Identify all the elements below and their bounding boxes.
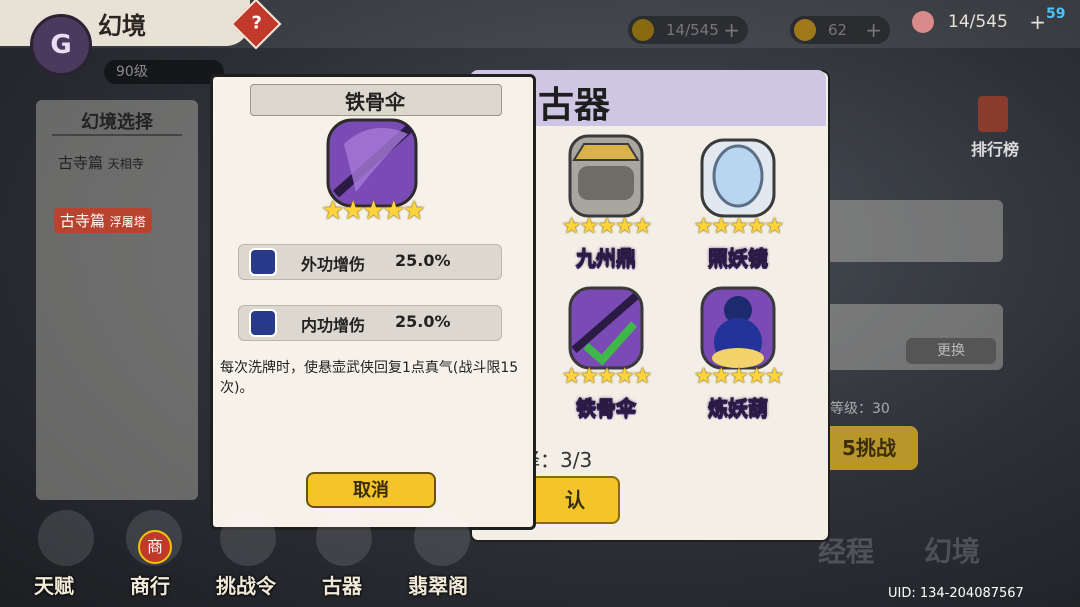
stamina-value: 14/545: [948, 12, 1008, 32]
relic-name: 炼妖葫: [708, 396, 769, 421]
cancel-button[interactable]: 取消: [306, 472, 436, 508]
umbrella-icon: [568, 286, 644, 370]
challenge-token-icon[interactable]: [220, 510, 276, 566]
confirm-button[interactable]: 认: [530, 476, 620, 524]
challenge-button[interactable]: 5挑战: [820, 426, 918, 470]
dialog-star-rating: ★★★★★: [321, 196, 426, 226]
relic-name: 照妖镜: [708, 246, 769, 271]
relic-description: 每次洗牌时，使悬壶武侠回复1点真气(战斗限15次)。: [220, 360, 519, 396]
nav-shop[interactable]: 商行: [130, 570, 170, 599]
stat-value: 25.0%: [395, 312, 451, 331]
page-title: 幻境: [98, 12, 146, 40]
nav-jade-pavilion[interactable]: 翡翠阁: [408, 570, 468, 599]
stat-value: 25.0%: [395, 251, 451, 270]
palm-icon: [249, 309, 277, 337]
nav-challenge-token[interactable]: 挑战令: [216, 570, 276, 599]
jade-pavilion-icon[interactable]: [414, 510, 470, 566]
realm-item-1[interactable]: 古寺篇 天相寺: [58, 152, 144, 173]
scroll-icon: [978, 96, 1008, 132]
realm-item-2[interactable]: 古寺篇 浮屠塔: [54, 208, 152, 233]
realm-item-sub: 浮屠塔: [109, 215, 146, 229]
add-resource-icon[interactable]: +: [723, 16, 740, 44]
relic-item-tieguson[interactable]: ★★★★★ 铁骨伞: [546, 280, 666, 430]
star-rating: ★★★★★: [693, 214, 785, 239]
realm-item-sub: 天相寺: [107, 157, 144, 171]
star-rating: ★★★★★: [693, 364, 785, 389]
realm-item-main: 古寺篇: [60, 212, 106, 230]
relic-icon[interactable]: [316, 510, 372, 566]
gold-icon: [794, 19, 816, 41]
nav-talent[interactable]: 天赋: [34, 570, 74, 599]
recommended-level: 等级：30: [830, 401, 890, 417]
deco-text-right: 幻境: [924, 535, 981, 568]
stat-row-internal: 内功增伤 25.0%: [238, 305, 502, 341]
relic-item-zhaoyaojing[interactable]: ★★★★★ 照妖镜: [678, 130, 798, 280]
gourd-icon: [700, 286, 776, 370]
resource-counter-1: 14/545 +: [628, 16, 748, 44]
coin-icon: [632, 19, 654, 41]
top-badge: 59: [1046, 6, 1066, 22]
bowl-icon: [912, 11, 934, 33]
talent-icon[interactable]: [38, 510, 94, 566]
rank-button[interactable]: 排行榜: [960, 136, 1030, 160]
relic-name: 九州鼎: [576, 246, 637, 271]
divider: [52, 134, 182, 136]
cauldron-icon: [568, 134, 644, 218]
relic-item-lianyaohu[interactable]: ★★★★★ 炼妖葫: [678, 280, 798, 430]
shop-badge: 商: [138, 530, 172, 564]
resource-value: 14/545: [666, 21, 719, 39]
add-stamina-icon[interactable]: +: [1029, 8, 1046, 36]
nav-relics[interactable]: 古器: [322, 570, 362, 599]
add-gold-icon[interactable]: +: [865, 16, 882, 44]
star-rating: ★★★★★: [561, 214, 653, 239]
relic-panel-title: 古器: [538, 85, 611, 126]
relic-item-jiuzhouding[interactable]: ★★★★★ 九州鼎: [546, 130, 666, 280]
stat-row-external: 外功增伤 25.0%: [238, 244, 502, 280]
back-icon[interactable]: G: [30, 14, 92, 76]
fist-icon: [249, 248, 277, 276]
stat-label: 外功增伤: [301, 255, 366, 274]
level-chip: 90级: [104, 60, 224, 84]
relic-name: 铁骨伞: [576, 396, 637, 421]
resource-value: 62: [828, 21, 848, 39]
stamina-counter: 14/545 +: [910, 8, 1050, 36]
resource-counter-2: 62 +: [790, 16, 890, 44]
realm-item-main: 古寺篇: [58, 154, 104, 172]
stat-label: 内功增伤: [301, 316, 366, 335]
swap-button[interactable]: 更换: [906, 338, 996, 364]
star-rating: ★★★★★: [561, 364, 653, 389]
realm-select-title: 幻境选择: [81, 112, 153, 133]
dialog-title: 铁骨伞: [345, 90, 405, 114]
mirror-icon: [700, 138, 776, 218]
uid-label: UID: 134-204087567: [888, 586, 1024, 601]
relic-slot-card[interactable]: [820, 200, 1003, 262]
help-glyph: ?: [251, 12, 262, 34]
